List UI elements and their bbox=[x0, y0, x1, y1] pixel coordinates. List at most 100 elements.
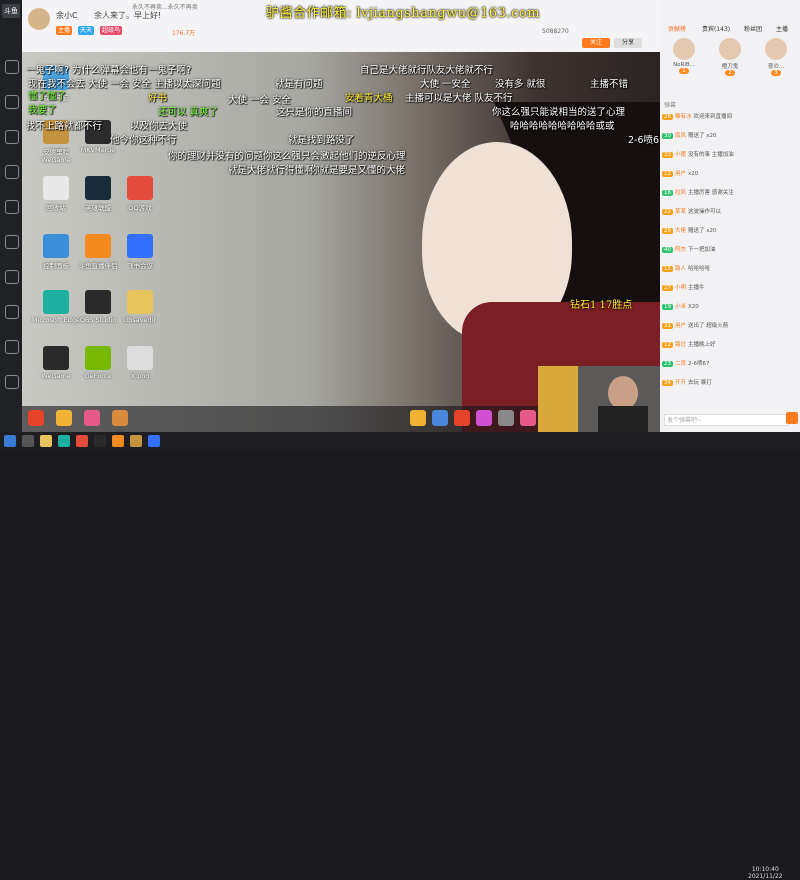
chat-nickname[interactable]: 南风 bbox=[675, 133, 686, 139]
chat-nickname[interactable]: 二货 bbox=[675, 361, 686, 367]
gift-icon[interactable] bbox=[498, 410, 514, 426]
category-icon[interactable] bbox=[5, 95, 19, 109]
chat-nickname[interactable]: 用户 bbox=[675, 171, 686, 177]
feishu-icon[interactable] bbox=[148, 435, 160, 447]
gift-icon[interactable] bbox=[28, 410, 44, 426]
tab-fans[interactable]: 粉丝团 bbox=[744, 24, 762, 33]
rank-badge: 2 bbox=[725, 70, 735, 76]
avatar bbox=[765, 38, 787, 60]
chat-nickname[interactable]: 稀有冰 bbox=[675, 114, 692, 120]
home-icon[interactable] bbox=[5, 60, 19, 74]
danmaku-comment: 一鬼子啊? 为什么弹幕会也有一鬼子啊? bbox=[26, 65, 192, 76]
qq-game-icon bbox=[127, 176, 153, 200]
chat-message[interactable]: 18 拉风 主播厉害 感谢关注 bbox=[662, 188, 798, 196]
chat-message[interactable]: 23 二货 2-6喷67 bbox=[662, 359, 798, 367]
douyu-icon[interactable] bbox=[112, 435, 124, 447]
chat-message[interactable]: 31 用户 送出了 超级火箭 bbox=[662, 321, 798, 329]
gift-icon[interactable] bbox=[410, 410, 426, 426]
danmaku-comment: 就是大佬就行得懂啊 bbox=[228, 165, 314, 176]
level-badge: 27 bbox=[662, 285, 673, 291]
more-icon[interactable] bbox=[5, 235, 19, 249]
chat-nickname[interactable]: 小猪 bbox=[675, 152, 686, 158]
chat-nickname[interactable]: 路过 bbox=[675, 342, 686, 348]
chat-message[interactable]: 34 开开 去玩 暴打 bbox=[662, 378, 798, 386]
rank-1[interactable]: NoRiB... 1 bbox=[664, 38, 704, 74]
badge-day: 天天 bbox=[78, 26, 95, 35]
send-button[interactable] bbox=[786, 412, 798, 424]
gift-icon[interactable] bbox=[432, 410, 448, 426]
chat-text: 赠送了 x20 bbox=[688, 133, 717, 139]
chat-message[interactable]: 25 大佬 赠送了 x20 bbox=[662, 226, 798, 234]
rank-3[interactable]: 夜の... 3 bbox=[756, 38, 796, 76]
chat-message[interactable]: 15 路人 哈哈哈哈 bbox=[662, 264, 798, 272]
chat-nickname[interactable]: 阿杰 bbox=[675, 247, 686, 253]
clock-time: 10:10:40 bbox=[751, 866, 779, 873]
game-icon[interactable] bbox=[5, 200, 19, 214]
gift-icon[interactable] bbox=[454, 410, 470, 426]
edge-icon[interactable] bbox=[58, 435, 70, 447]
douyu-assistant-icon bbox=[85, 234, 111, 258]
danmaku-comment: 没有多 就很 bbox=[495, 79, 546, 90]
desktop-icon[interactable]: QQ游戏 bbox=[114, 176, 166, 212]
history-icon[interactable] bbox=[5, 305, 19, 319]
settings-icon[interactable] bbox=[5, 270, 19, 284]
menu-icon[interactable] bbox=[5, 375, 19, 389]
welcome-text: 余人来了。早上好! bbox=[94, 11, 162, 20]
chat-message[interactable]: 22 某某 这波操作可以 bbox=[662, 207, 798, 215]
chat-nickname[interactable]: 小米 bbox=[675, 304, 686, 310]
gear-icon[interactable] bbox=[5, 340, 19, 354]
chat-nickname[interactable]: 大佬 bbox=[675, 228, 686, 234]
gift-icon[interactable] bbox=[84, 410, 100, 426]
danmaku-comment: 自己是大佬就行队友大佬就不行 bbox=[360, 65, 494, 76]
gift-icon[interactable] bbox=[520, 410, 536, 426]
gift-icon[interactable] bbox=[112, 410, 128, 426]
level-badge: 34 bbox=[662, 380, 673, 386]
tab-host[interactable]: 主播 bbox=[776, 24, 788, 33]
danmaku-comment: 你的理财并没有的问题你这么强只会激起他们的逆反心理 bbox=[168, 151, 406, 162]
app-icon[interactable] bbox=[76, 435, 88, 447]
chat-nickname[interactable]: 小明 bbox=[675, 285, 686, 291]
chat-nickname[interactable]: 开开 bbox=[675, 380, 686, 386]
tab-vip[interactable]: 贵宾(143) bbox=[702, 24, 730, 33]
danmaku-comment: 还可以 真爽了 bbox=[158, 107, 219, 118]
chat-message[interactable]: 30 南风 赠送了 x20 bbox=[662, 131, 798, 139]
chat-message[interactable]: 40 阿杰 下一把加油 bbox=[662, 245, 798, 253]
tab-contribution[interactable]: 贡献榜 bbox=[668, 24, 686, 33]
desktop-icon[interactable]: X.png bbox=[114, 346, 166, 380]
chat-text: 送出了 超级火箭 bbox=[688, 323, 729, 329]
chat-message[interactable]: 19 小米 X20 bbox=[662, 302, 798, 310]
chat-message[interactable]: 26 稀有冰 欢迎来到直播间 bbox=[662, 112, 798, 120]
follow-icon[interactable] bbox=[5, 130, 19, 144]
chat-nickname[interactable]: 拉风 bbox=[675, 190, 686, 196]
chat-input[interactable]: 发个弹幕吧~ bbox=[664, 414, 788, 426]
video-icon[interactable] bbox=[5, 165, 19, 179]
edge-icon bbox=[43, 290, 69, 314]
wegame-icon[interactable] bbox=[130, 435, 142, 447]
chat-message[interactable]: 27 小明 主播牛 bbox=[662, 283, 798, 291]
share-button[interactable]: 分享 bbox=[614, 38, 642, 48]
rank-2[interactable]: 橙刀鬼 2 bbox=[710, 38, 750, 76]
desktop-icon[interactable]: dbsavedir bbox=[114, 290, 166, 324]
chat-message[interactable]: 12 路过 主播晚上好 bbox=[662, 340, 798, 348]
chat-nickname[interactable]: 用户 bbox=[675, 323, 686, 329]
chat-message[interactable]: 12 用户 x20 bbox=[662, 169, 798, 177]
avatar[interactable] bbox=[28, 8, 50, 30]
gift-icon[interactable] bbox=[476, 410, 492, 426]
follow-button[interactable]: 关注 bbox=[582, 38, 610, 48]
search-icon[interactable] bbox=[22, 435, 34, 447]
chat-text: 主播厉害 感谢关注 bbox=[688, 190, 734, 196]
chat-nickname[interactable]: 某某 bbox=[675, 209, 686, 215]
taskbar: 10:10:40 2021/11/22 bbox=[0, 432, 800, 880]
danmaku-comment: 这只是你的直播间 bbox=[276, 107, 353, 118]
douyu-logo[interactable]: 斗鱼 bbox=[2, 4, 20, 18]
chat-message[interactable]: 33 小猪 没有的事 主播加油 bbox=[662, 150, 798, 158]
chat-nickname[interactable]: 路人 bbox=[675, 266, 686, 272]
level-badge: 23 bbox=[662, 361, 673, 367]
chat-text: 主播晚上好 bbox=[688, 342, 716, 348]
obs-icon[interactable] bbox=[94, 435, 106, 447]
start-icon[interactable] bbox=[4, 435, 16, 447]
streamer-name[interactable]: 余小C bbox=[56, 10, 78, 21]
gift-icon[interactable] bbox=[56, 410, 72, 426]
desktop-icon[interactable]: 飞书会议 bbox=[114, 234, 166, 270]
folder-icon[interactable] bbox=[40, 435, 52, 447]
